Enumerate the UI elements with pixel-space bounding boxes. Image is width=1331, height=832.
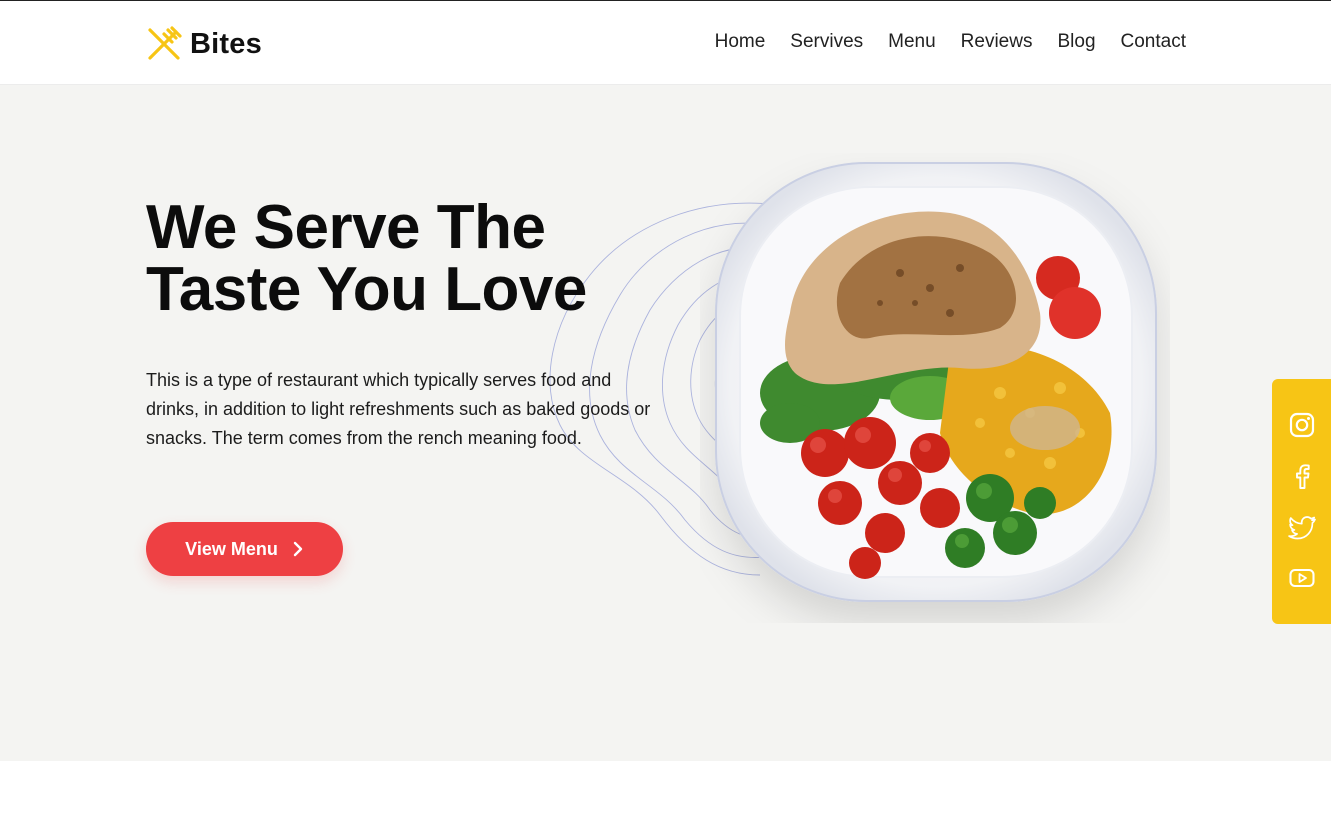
chevron-right-icon <box>293 541 303 557</box>
nav-blog[interactable]: Blog <box>1057 31 1095 53</box>
hero-section: We Serve The Taste You Love This is a ty… <box>0 85 1331 761</box>
navbar: Bites Home Servives Menu Reviews Blog Co… <box>0 1 1331 85</box>
brand-logo[interactable]: Bites <box>146 25 262 63</box>
nav-services[interactable]: Servives <box>790 31 863 53</box>
main-nav: Home Servives Menu Reviews Blog Contact <box>715 31 1186 53</box>
nav-reviews[interactable]: Reviews <box>961 31 1033 53</box>
hero-title-line-1: We Serve The <box>146 193 546 262</box>
social-sidebar <box>1272 379 1331 624</box>
nav-contact[interactable]: Contact <box>1121 31 1186 53</box>
twitter-icon[interactable] <box>1287 513 1316 541</box>
view-menu-button[interactable]: View Menu <box>146 522 343 576</box>
fork-spoon-icon <box>148 26 182 60</box>
next-section <box>0 761 1331 832</box>
hero-title: We Serve The Taste You Love <box>146 197 666 321</box>
food-plate-image <box>715 162 1157 602</box>
youtube-icon[interactable] <box>1288 564 1316 592</box>
hero-title-line-2: Taste You Love <box>146 255 587 324</box>
nav-home[interactable]: Home <box>715 31 766 53</box>
instagram-icon[interactable] <box>1288 411 1316 439</box>
hero-description: This is a type of restaurant which typic… <box>146 370 651 448</box>
facebook-icon[interactable] <box>1288 462 1316 490</box>
brand-name: Bites <box>190 27 262 60</box>
view-menu-label: View Menu <box>185 538 278 559</box>
nav-menu[interactable]: Menu <box>888 31 936 53</box>
